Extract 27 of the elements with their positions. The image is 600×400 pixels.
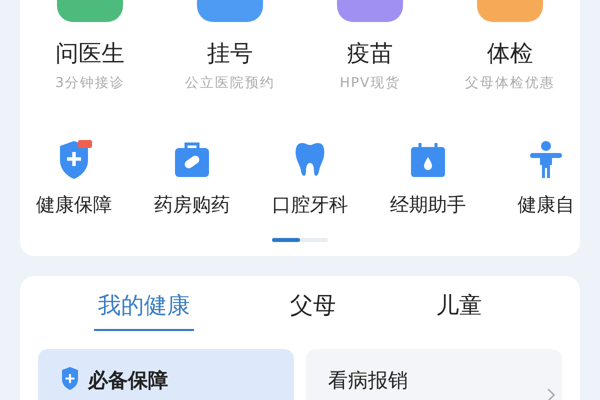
service-title[interactable]: 问医生 [56, 40, 124, 68]
chevron-right-icon [546, 387, 556, 400]
shortcut-label[interactable]: 药房购药 [154, 192, 230, 218]
shortcut-label[interactable]: 经期助手 [390, 192, 466, 218]
scroll-indicator [272, 238, 328, 242]
service-title[interactable]: 挂号 [207, 40, 253, 68]
shortcut-label[interactable]: 健康保障 [36, 192, 112, 218]
health-tab[interactable]: 父母 [286, 286, 340, 331]
coverage-panel[interactable]: 必备保障 [38, 349, 294, 400]
shortcut-label[interactable]: 口腔牙科 [272, 192, 348, 218]
link-panel[interactable]: 看病报销 [306, 349, 562, 400]
panel-title: 看病报销 [328, 367, 408, 394]
shortcut-label[interactable]: 健康自 [518, 192, 574, 218]
calendar-drop-icon [409, 142, 447, 178]
service-title[interactable]: 疫苗 [347, 40, 393, 68]
shield-plus-icon [60, 367, 80, 391]
service-subtitle: 父母体检优惠 [465, 74, 555, 92]
service-subtitle: 3分钟接诊 [55, 74, 125, 92]
medical-kit-icon [173, 142, 211, 178]
person-icon [529, 141, 563, 179]
health-tab[interactable]: 我的健康 [94, 286, 194, 331]
tooth-icon [294, 141, 326, 179]
service-title[interactable]: 体检 [487, 40, 533, 68]
panel-title: 必备保障 [88, 367, 168, 394]
service-subtitle: HPV现货 [340, 74, 400, 92]
service-subtitle: 公立医院预约 [185, 74, 275, 92]
health-tab[interactable]: 儿童 [432, 286, 486, 331]
